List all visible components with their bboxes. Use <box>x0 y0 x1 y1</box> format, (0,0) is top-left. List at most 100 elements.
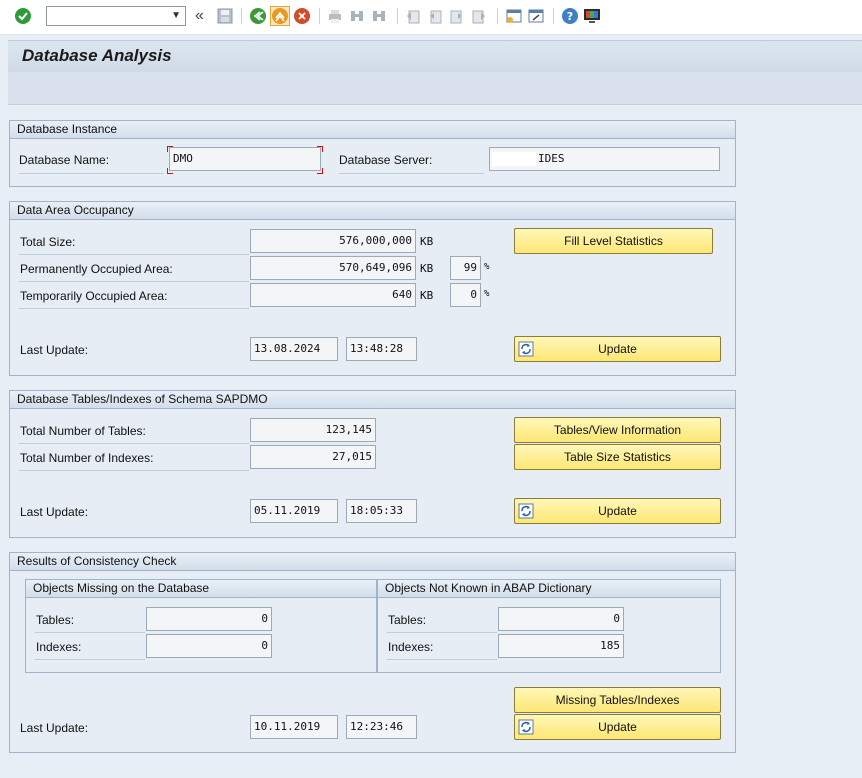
last-update-time-field[interactable]: 12:23:46 <box>346 715 417 739</box>
customize-layout-icon[interactable] <box>583 7 601 25</box>
last-update-date-field[interactable]: 13.08.2024 <box>250 337 338 361</box>
refresh-icon <box>518 719 534 743</box>
unit-kb: KB <box>420 289 434 302</box>
objects-not-known-group: Objects Not Known in ABAP Dictionary Tab… <box>377 579 721 673</box>
last-update-label: Last Update: <box>20 505 89 519</box>
unknown-indexes-label: Indexes: <box>388 640 434 654</box>
database-name-label: Database Name: <box>19 153 110 167</box>
focus-marker <box>167 146 173 152</box>
cancel-icon[interactable] <box>293 7 311 25</box>
table-size-statistics-button[interactable]: Table Size Statistics <box>514 444 721 470</box>
tables-indexes-group: Database Tables/Indexes of Schema SAPDMO… <box>9 390 736 538</box>
temp-occupied-label: Temporarily Occupied Area: <box>20 289 168 303</box>
page-title: Database Analysis <box>22 46 172 65</box>
last-update-label: Last Update: <box>20 343 89 357</box>
next-page-icon[interactable] <box>449 7 465 25</box>
group-header: Objects Missing on the Database <box>26 580 376 598</box>
refresh-icon <box>518 503 534 527</box>
focus-marker <box>167 168 173 174</box>
focus-marker <box>317 146 323 152</box>
unit-kb: KB <box>420 235 434 248</box>
missing-tables-field[interactable]: 0 <box>146 607 272 631</box>
unknown-tables-label: Tables: <box>388 613 427 627</box>
last-page-icon[interactable] <box>471 7 487 25</box>
update-button-label: Update <box>598 342 637 356</box>
label-underline <box>387 659 497 660</box>
standard-toolbar: ▼ « ? <box>0 0 862 35</box>
group-header: Database Tables/Indexes of Schema SAPDMO <box>10 391 735 409</box>
print-icon[interactable] <box>327 7 343 25</box>
label-underline <box>387 632 497 633</box>
label-underline <box>19 173 164 174</box>
update-button-label: Update <box>598 720 637 734</box>
update-button[interactable]: Update <box>514 336 721 362</box>
perm-occupied-label: Permanently Occupied Area: <box>20 262 173 276</box>
update-button[interactable]: Update <box>514 714 721 740</box>
last-update-label: Last Update: <box>20 721 89 735</box>
missing-indexes-field[interactable]: 0 <box>146 634 272 658</box>
label-underline <box>339 173 484 174</box>
group-header: Database Instance <box>10 121 735 139</box>
last-update-time-field[interactable]: 18:05:33 <box>346 499 417 523</box>
missing-indexes-label: Indexes: <box>36 640 82 654</box>
total-size-label: Total Size: <box>20 235 76 249</box>
application-toolbar <box>8 72 862 105</box>
label-underline <box>19 281 249 282</box>
unit-percent: % <box>484 289 490 299</box>
toolbar-separator <box>553 8 554 24</box>
last-update-date-field[interactable]: 10.11.2019 <box>250 715 338 739</box>
label-underline <box>19 470 249 471</box>
label-underline <box>19 443 249 444</box>
unknown-tables-field[interactable]: 0 <box>498 607 624 631</box>
help-icon[interactable]: ? <box>561 7 579 25</box>
total-indexes-field[interactable]: 27,015 <box>250 445 376 469</box>
back-icon[interactable] <box>249 7 267 25</box>
collapse-icon[interactable]: « <box>195 7 204 25</box>
exit-icon[interactable] <box>270 6 290 26</box>
group-header: Objects Not Known in ABAP Dictionary <box>378 580 720 598</box>
total-tables-label: Total Number of Tables: <box>20 424 146 438</box>
total-size-field[interactable]: 576,000,000 <box>250 229 416 253</box>
update-button[interactable]: Update <box>514 498 721 524</box>
data-area-occupancy-group: Data Area Occupancy Total Size: 576,000,… <box>9 201 736 376</box>
total-tables-field[interactable]: 123,145 <box>250 418 376 442</box>
previous-page-icon[interactable] <box>427 7 443 25</box>
chevron-down-icon[interactable]: ▼ <box>171 10 181 21</box>
database-instance-group: Database Instance Database Name: DMO Dat… <box>9 120 736 187</box>
unit-kb: KB <box>420 262 434 275</box>
perm-occupied-field[interactable]: 570,649,096 <box>250 256 416 280</box>
last-update-date-field[interactable]: 05.11.2019 <box>250 499 338 523</box>
missing-tables-label: Tables: <box>36 613 75 627</box>
total-indexes-label: Total Number of Indexes: <box>20 451 154 465</box>
enter-icon[interactable] <box>14 7 32 25</box>
command-field[interactable]: ▼ <box>46 6 186 26</box>
temp-occupied-field[interactable]: 640 <box>250 283 416 307</box>
svg-text:?: ? <box>567 10 573 23</box>
temp-percent-field[interactable]: 0 <box>450 283 481 307</box>
toolbar-separator <box>397 8 398 24</box>
fill-level-statistics-button[interactable]: Fill Level Statistics <box>514 228 713 254</box>
create-session-icon[interactable] <box>505 7 523 25</box>
redacted-area <box>492 152 536 166</box>
database-server-label: Database Server: <box>339 153 433 167</box>
consistency-check-group: Results of Consistency Check Objects Mis… <box>9 552 736 753</box>
find-next-icon[interactable] <box>371 7 387 25</box>
unknown-indexes-field[interactable]: 185 <box>498 634 624 658</box>
toolbar-separator <box>319 8 320 24</box>
toolbar-separator <box>241 8 242 24</box>
first-page-icon[interactable] <box>405 7 421 25</box>
unit-percent: % <box>484 262 490 272</box>
group-header: Results of Consistency Check <box>10 553 735 571</box>
label-underline <box>19 308 249 309</box>
database-name-field[interactable]: DMO <box>169 147 321 171</box>
refresh-icon <box>518 341 534 365</box>
find-icon[interactable] <box>349 7 365 25</box>
group-header: Data Area Occupancy <box>10 202 735 220</box>
tables-view-information-button[interactable]: Tables/View Information <box>514 417 721 443</box>
shortcut-icon[interactable] <box>527 7 545 25</box>
missing-tables-indexes-button[interactable]: Missing Tables/Indexes <box>514 687 721 713</box>
save-icon[interactable] <box>217 7 233 25</box>
label-underline <box>35 632 145 633</box>
last-update-time-field[interactable]: 13:48:28 <box>346 337 417 361</box>
perm-percent-field[interactable]: 99 <box>450 256 481 280</box>
